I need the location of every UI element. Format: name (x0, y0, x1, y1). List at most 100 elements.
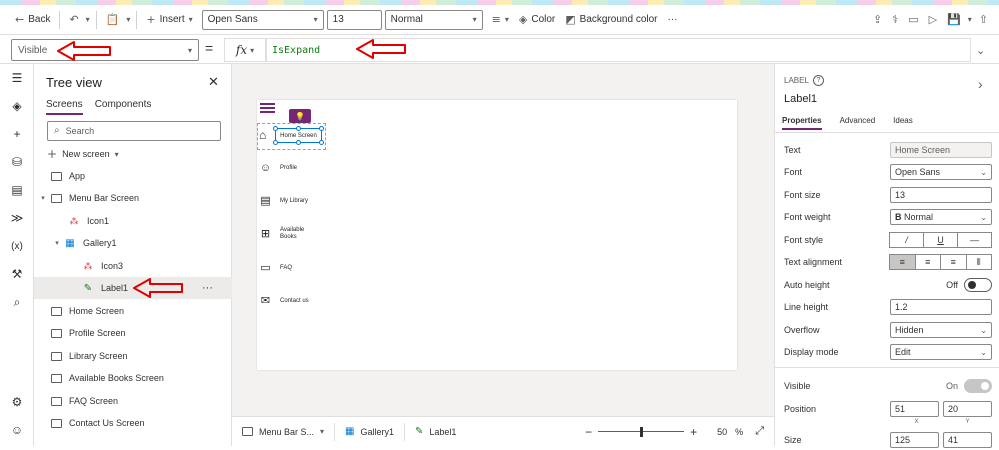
undo-menu-chevron[interactable]: ▾ (84, 8, 92, 32)
hamburger-menu-icon[interactable]: ☰ (9, 70, 25, 86)
menu-item-my-library[interactable]: ▤ My Library (259, 194, 308, 207)
tree-item-menu-bar-screen[interactable]: ▾ Menu Bar Screen (34, 187, 232, 209)
menu-item-faq[interactable]: ▭ FAQ (259, 261, 292, 274)
insert-icon[interactable]: + (9, 126, 25, 142)
settings-icon[interactable]: ⚙ (9, 394, 25, 410)
prop-label: Font size (784, 190, 821, 200)
hamburger-menu-icon[interactable] (260, 103, 275, 113)
align-center-button[interactable]: ≡ (914, 254, 941, 270)
save-button[interactable]: 💾 (942, 8, 966, 32)
font-select[interactable]: Open Sans ⌄ (890, 164, 992, 180)
prop-label: Position (784, 404, 817, 414)
tab-components[interactable]: Components (95, 99, 152, 115)
breadcrumb-label1[interactable]: ✎ Label1 (405, 423, 466, 441)
align-left-button[interactable]: ≡ (889, 254, 916, 270)
font-weight-select[interactable]: Normal ▾ (384, 9, 483, 30)
position-x-input[interactable]: 51 (890, 401, 939, 417)
font-weight-select[interactable]: B Normal ⌄ (890, 209, 992, 225)
insert-button[interactable]: + Insert ▾ (141, 8, 197, 32)
more-button[interactable]: ··· (663, 8, 683, 32)
overflow-select[interactable]: Hidden ⌄ (890, 322, 992, 338)
align-justify-button[interactable]: ⫴ (965, 254, 992, 270)
display-mode-select[interactable]: Edit ⌄ (890, 344, 992, 360)
position-y-input[interactable]: 20 (943, 401, 992, 417)
chevron-down-icon: ▾ (320, 427, 325, 436)
paste-menu-chevron[interactable]: ▾ (124, 8, 132, 32)
tree-view-icon[interactable]: ◈ (9, 98, 25, 114)
tree-search-input[interactable]: ⌕ Search (47, 121, 221, 141)
align-button[interactable]: ≡ ▾ (487, 8, 514, 32)
help-icon[interactable]: ? (812, 75, 824, 86)
line-height-input[interactable]: 1.2 (890, 299, 992, 315)
idea-lightbulb-button[interactable]: 💡 (289, 109, 311, 123)
preview-button[interactable]: ▷ (924, 8, 942, 32)
power-automate-icon[interactable]: ≫ (9, 210, 25, 226)
advanced-tools-icon[interactable]: ⚒ (9, 266, 25, 282)
italic-button[interactable]: / (889, 232, 924, 248)
tab-ideas[interactable]: Ideas (893, 116, 913, 130)
app-checker-button[interactable]: ⚕ (887, 8, 903, 32)
collapse-chevron-icon[interactable]: ▾ (38, 194, 48, 202)
underline-button[interactable]: U (923, 232, 958, 248)
strikethrough-button[interactable]: — (957, 232, 992, 248)
menu-item-profile[interactable]: ☺ Profile (259, 161, 297, 174)
search-icon[interactable]: ⌕ (9, 294, 25, 310)
fit-to-window-icon[interactable]: ⤢ (755, 425, 764, 438)
tree-item-library-screen[interactable]: Library Screen (34, 345, 232, 367)
tree-item-profile-screen[interactable]: Profile Screen (34, 322, 232, 344)
more-options-button[interactable]: ··· (202, 282, 213, 294)
menu-item-available-books[interactable]: ⊞ Available Books (259, 227, 304, 240)
expand-formula-chevron-icon[interactable]: ⌄ (976, 44, 985, 57)
chevron-down-icon: ▾ (114, 149, 119, 159)
tree-item-app[interactable]: App (34, 165, 232, 187)
tree-item-gallery1[interactable]: ▾ ▦ Gallery1 (34, 232, 232, 254)
tree-item-faq-screen[interactable]: FAQ Screen (34, 390, 232, 412)
font-family-select[interactable]: Open Sans ▾ (201, 9, 324, 30)
control-name[interactable]: Label1 (784, 93, 817, 105)
fx-button[interactable]: fx ▾ (224, 38, 266, 62)
comments-button[interactable]: ▭ (903, 8, 923, 32)
data-icon[interactable]: ⛁ (9, 154, 25, 170)
tree-item-icon1[interactable]: ⁂ Icon1 (34, 210, 232, 232)
breadcrumb-gallery[interactable]: ▦ Gallery1 (335, 422, 406, 441)
zoom-slider-thumb[interactable] (639, 426, 643, 437)
text-input[interactable]: Home Screen (890, 142, 992, 158)
tab-screens[interactable]: Screens (46, 99, 83, 115)
save-menu-chevron[interactable]: ▾ (966, 8, 974, 32)
visible-toggle[interactable] (964, 379, 992, 393)
share-button[interactable]: ⇪ (868, 8, 887, 32)
new-screen-button[interactable]: + New screen ▾ (47, 148, 119, 160)
auto-height-toggle[interactable] (964, 278, 992, 292)
screen-icon (48, 417, 64, 429)
app-screen-preview[interactable]: 💡 ⌂ Home Screen ☺ Profile ▤ My Library ⊞… (257, 100, 737, 370)
arrow-left-icon: ← (15, 13, 25, 26)
undo-button[interactable]: ↶ (64, 8, 83, 32)
variables-icon[interactable]: (x) (9, 238, 25, 254)
virtual-agent-icon[interactable]: ☺ (9, 422, 25, 438)
tree-item-home-screen[interactable]: Home Screen (34, 300, 232, 322)
tab-advanced[interactable]: Advanced (840, 116, 876, 130)
background-color-button[interactable]: ◩ Background color (560, 8, 662, 32)
menu-item-contact-us[interactable]: ✉ Contact us (259, 294, 309, 307)
prop-auto-height: Auto height Off (784, 275, 992, 295)
tab-properties[interactable]: Properties (782, 116, 822, 130)
prop-text-alignment: Text alignment ≡ ≡ ≡ ⫴ (784, 252, 992, 272)
zoom-out-button[interactable]: − (585, 425, 592, 439)
zoom-slider[interactable] (598, 426, 685, 437)
publish-button[interactable]: ⇧ (974, 8, 993, 32)
color-button[interactable]: ◈ Color (514, 8, 560, 32)
paste-button[interactable]: 📋 (101, 8, 125, 32)
back-button[interactable]: ← Back (10, 8, 55, 32)
font-size-input[interactable]: 13 (890, 187, 992, 203)
breadcrumb-screen[interactable]: Menu Bar S... ▾ (232, 422, 336, 441)
chevron-right-icon[interactable]: › (978, 76, 983, 92)
tree-item-icon3[interactable]: ⁂ Icon3 (34, 255, 232, 277)
align-right-button[interactable]: ≡ (940, 254, 967, 270)
font-size-input[interactable]: 13 (326, 9, 382, 30)
collapse-chevron-icon[interactable]: ▾ (52, 239, 62, 247)
media-icon[interactable]: ▤ (9, 182, 25, 198)
zoom-in-button[interactable]: + (690, 425, 697, 439)
tree-item-contact-us-screen[interactable]: Contact Us Screen (34, 412, 232, 434)
close-icon[interactable]: ✕ (208, 74, 219, 90)
tree-item-available-books-screen[interactable]: Available Books Screen (34, 367, 232, 389)
